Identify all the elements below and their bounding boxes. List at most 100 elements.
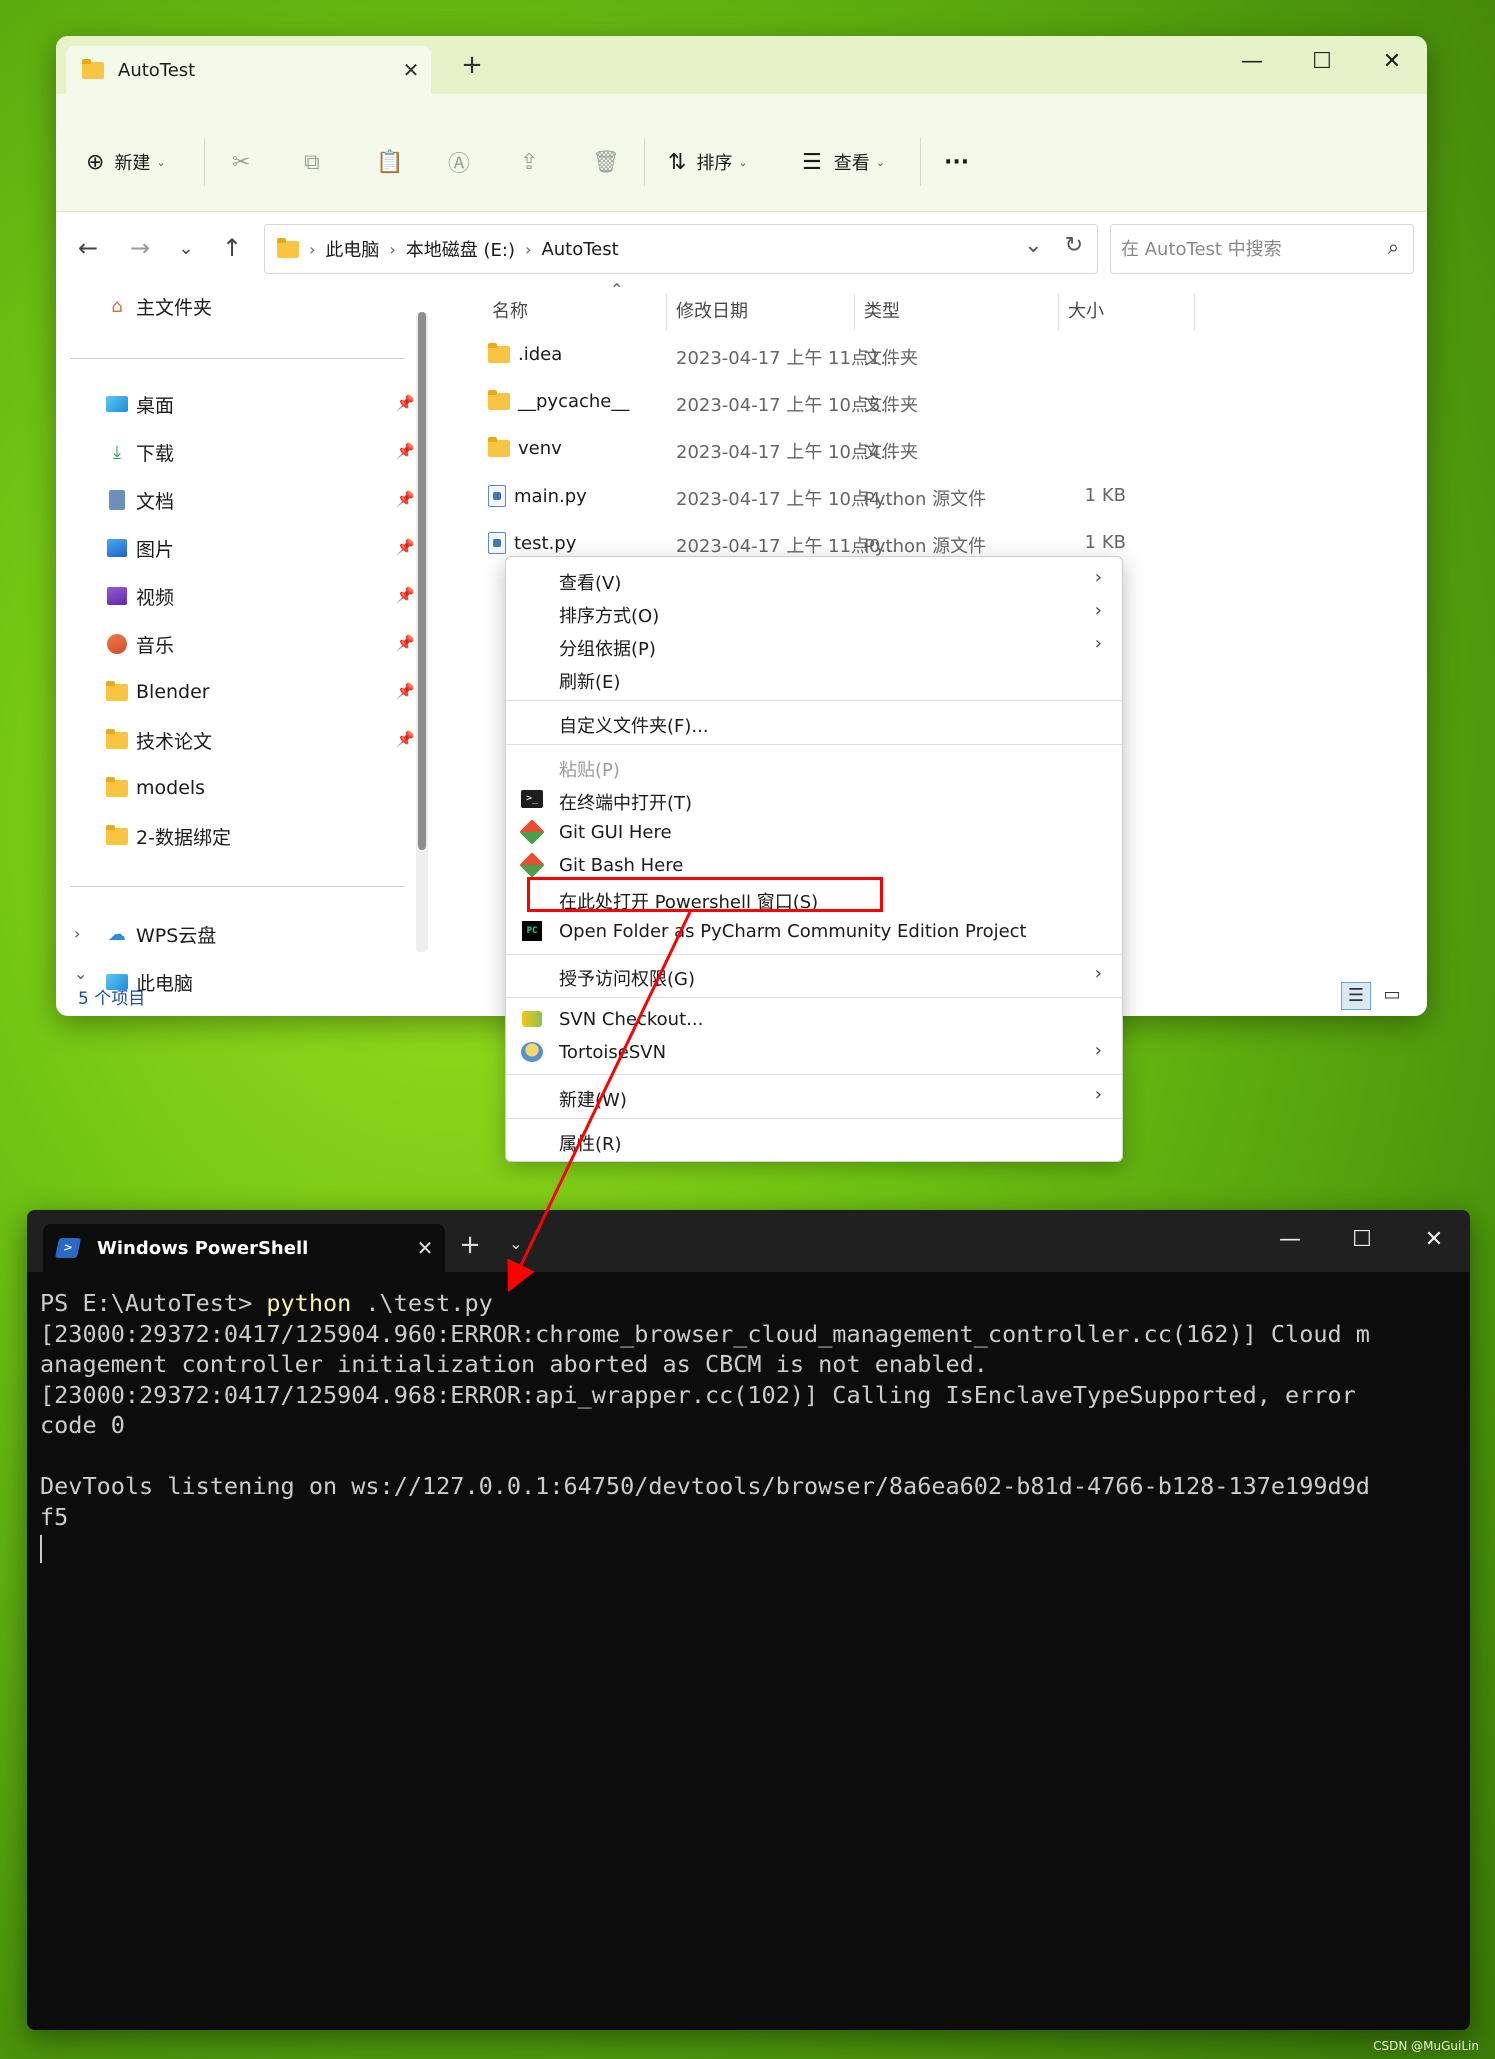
explorer-tab[interactable]: AutoTest ✕: [66, 46, 431, 94]
address-bar[interactable]: › 此电脑 › 本地磁盘 (E:) › AutoTest ⌄ ↻: [264, 224, 1098, 274]
forward-arrow-icon[interactable]: →: [122, 234, 158, 262]
pin-icon[interactable]: 📌: [396, 394, 415, 412]
breadcrumb-drive[interactable]: 本地磁盘 (E:): [406, 236, 515, 262]
sort-arrows-icon: ⇅: [668, 149, 687, 175]
sidebar-item-videos[interactable]: 视频: [104, 578, 174, 614]
close-icon[interactable]: ✕: [1398, 1210, 1470, 1272]
menu-item-open-powershell[interactable]: 在此处打开 Powershell 窗口(S): [506, 882, 1122, 914]
rename-button[interactable]: Ⓐ: [448, 146, 470, 178]
sidebar-item-wps[interactable]: ☁ WPS云盘: [104, 916, 216, 952]
divider: [920, 138, 921, 186]
file-row[interactable]: __pycache__ 2023-04-17 上午 10点5... 文件夹: [456, 381, 1416, 427]
delete-button[interactable]: 🗑: [592, 146, 620, 178]
column-divider[interactable]: [1194, 294, 1195, 330]
sidebar-item-downloads[interactable]: ⤓ 下载: [104, 434, 174, 470]
column-header-type[interactable]: 类型: [864, 296, 900, 328]
menu-separator: [506, 744, 1122, 745]
menu-item-refresh[interactable]: 刷新(E): [506, 662, 1122, 694]
menu-item-new[interactable]: 新建(W) ›: [506, 1080, 1122, 1112]
recent-chevron-icon[interactable]: ⌄: [168, 238, 204, 259]
pin-icon[interactable]: 📌: [396, 442, 415, 460]
search-box[interactable]: ⌕: [1110, 224, 1414, 274]
sidebar-scrollbar[interactable]: [416, 312, 428, 952]
share-button[interactable]: ⇪: [520, 146, 538, 178]
menu-item-sort[interactable]: 排序方式(O) ›: [506, 596, 1122, 628]
sidebar-item-models[interactable]: models: [104, 770, 205, 806]
column-divider[interactable]: [1058, 294, 1059, 330]
maximize-icon[interactable]: ☐: [1326, 1210, 1398, 1272]
sort-button[interactable]: ⇅ 排序 ⌄: [668, 146, 748, 178]
column-header-date[interactable]: 修改日期: [676, 296, 748, 328]
back-arrow-icon[interactable]: ←: [70, 234, 106, 262]
menu-item-view[interactable]: 查看(V) ›: [506, 563, 1122, 595]
menu-item-open-terminal[interactable]: >_ 在终端中打开(T): [506, 783, 1122, 815]
column-divider[interactable]: [854, 294, 855, 330]
sidebar-item-documents[interactable]: 文档: [104, 482, 174, 518]
cut-button[interactable]: ✂: [232, 146, 250, 178]
up-arrow-icon[interactable]: ↑: [214, 234, 250, 262]
column-divider[interactable]: [666, 294, 667, 330]
sidebar-item-data-binding[interactable]: 2-数据绑定: [104, 818, 231, 854]
menu-item-group[interactable]: 分组依据(P) ›: [506, 629, 1122, 661]
sidebar-item-blender[interactable]: Blender: [104, 674, 210, 710]
chevron-right-icon[interactable]: ›: [74, 924, 80, 943]
details-view-icon[interactable]: ☰: [1341, 982, 1371, 1010]
search-input[interactable]: [1121, 238, 1361, 260]
powershell-tab[interactable]: > Windows PowerShell ✕: [43, 1224, 445, 1272]
navigation-pane: ⌂ 主文件夹 桌面 📌 ⤓ 下载 📌 文档 📌 图片 📌 视频 📌 音乐 📌 B…: [56, 282, 446, 995]
breadcrumb-folder[interactable]: AutoTest: [541, 239, 618, 260]
column-header-size[interactable]: 大小: [1068, 296, 1104, 328]
pin-icon[interactable]: 📌: [396, 586, 415, 604]
refresh-icon[interactable]: ↻: [1065, 233, 1083, 258]
search-icon[interactable]: ⌕: [1388, 235, 1399, 259]
sidebar-divider: [70, 886, 404, 887]
sidebar-item-papers[interactable]: 技术论文: [104, 722, 212, 758]
menu-item-properties[interactable]: 属性(R): [506, 1124, 1122, 1156]
scrollbar-thumb[interactable]: [418, 312, 426, 850]
menu-item-git-bash[interactable]: Git Bash Here: [506, 849, 1122, 881]
sidebar-item-desktop[interactable]: 桌面: [104, 386, 174, 422]
breadcrumb-this-pc[interactable]: 此电脑: [325, 236, 379, 262]
minimize-icon[interactable]: —: [1254, 1210, 1326, 1272]
menu-item-git-gui[interactable]: Git GUI Here: [506, 816, 1122, 848]
sidebar-item-home[interactable]: ⌂ 主文件夹: [104, 288, 212, 324]
paste-button[interactable]: 📋: [376, 146, 403, 178]
tiles-view-icon[interactable]: ▭: [1377, 982, 1407, 1010]
new-button[interactable]: ⊕ 新建 ⌄: [86, 146, 166, 178]
pin-icon[interactable]: 📌: [396, 490, 415, 508]
file-row[interactable]: .idea 2023-04-17 上午 11点1... 文件夹: [456, 334, 1416, 380]
pin-icon[interactable]: 📌: [396, 682, 415, 700]
column-header-name[interactable]: 名称: [492, 296, 528, 328]
folder-icon: [104, 728, 130, 751]
sidebar-item-pictures[interactable]: 图片: [104, 530, 174, 566]
copy-button[interactable]: ⧉: [304, 146, 320, 178]
history-dropdown-icon[interactable]: ⌄: [1024, 233, 1042, 258]
file-row[interactable]: venv 2023-04-17 上午 10点4... 文件夹: [456, 428, 1416, 474]
sidebar-item-music[interactable]: 音乐: [104, 626, 174, 662]
pin-icon[interactable]: 📌: [396, 730, 415, 748]
pin-icon[interactable]: 📌: [396, 538, 415, 556]
menu-item-grant-access[interactable]: 授予访问权限(G) ›: [506, 959, 1122, 991]
chevron-down-icon[interactable]: ⌄: [501, 1234, 531, 1253]
tortoisesvn-icon: [520, 1041, 544, 1063]
close-tab-icon[interactable]: ✕: [405, 1236, 445, 1260]
menu-item-customize[interactable]: 自定义文件夹(F)...: [506, 706, 1122, 738]
menu-item-svn-checkout[interactable]: SVN Checkout...: [506, 1003, 1122, 1035]
view-button[interactable]: ☰ 查看 ⌄: [802, 146, 885, 178]
close-tab-icon[interactable]: ✕: [391, 58, 431, 82]
minimize-icon[interactable]: —: [1217, 36, 1287, 94]
maximize-icon[interactable]: ☐: [1287, 36, 1357, 94]
terminal-output[interactable]: PS E:\AutoTest> python .\test.py [23000:…: [40, 1288, 1460, 1563]
new-tab-button[interactable]: +: [445, 1230, 495, 1260]
file-row[interactable]: main.py 2023-04-17 上午 10点4... Python 源文件…: [456, 475, 1416, 521]
chevron-right-icon: ›: [1094, 600, 1102, 621]
menu-item-pycharm[interactable]: PC Open Folder as PyCharm Community Editi…: [506, 915, 1122, 947]
more-options-button[interactable]: ···: [944, 146, 969, 178]
pin-icon[interactable]: 📌: [396, 634, 415, 652]
file-name: __pycache__: [518, 391, 630, 412]
chevron-down-icon[interactable]: ⌄: [74, 964, 87, 983]
new-tab-button[interactable]: +: [452, 50, 492, 80]
close-icon[interactable]: ✕: [1357, 36, 1427, 94]
menu-item-tortoisesvn[interactable]: TortoiseSVN ›: [506, 1036, 1122, 1068]
address-row: ← → ⌄ ↑ › 此电脑 › 本地磁盘 (E:) › AutoTest ⌄ ↻…: [56, 212, 1427, 282]
